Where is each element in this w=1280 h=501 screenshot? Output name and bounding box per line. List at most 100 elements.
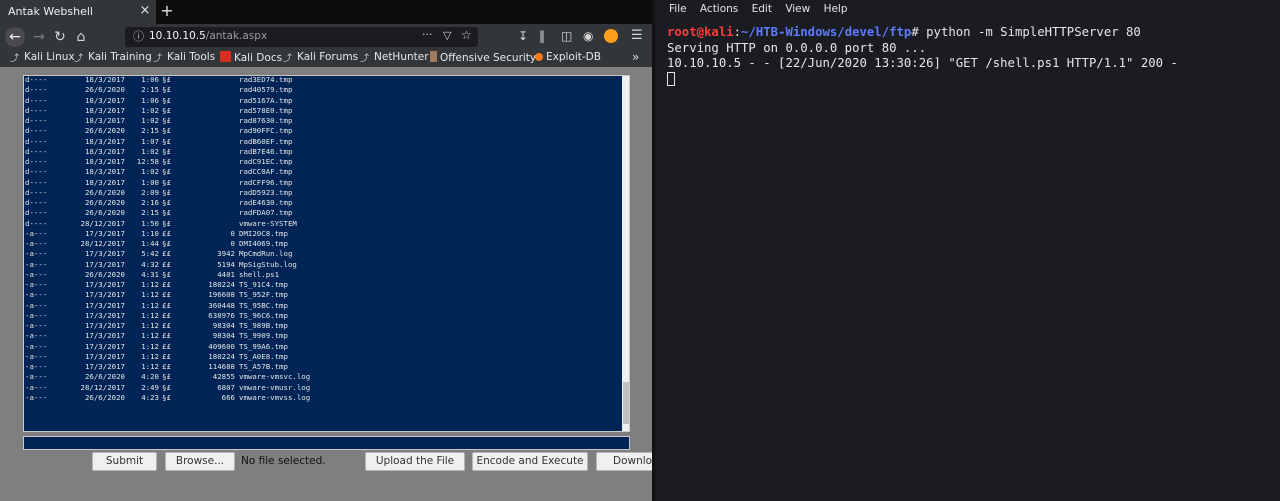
console-date: 18/3/2017 <box>84 136 125 146</box>
console-ampm: ££ <box>162 351 171 361</box>
console-date: 26/6/2020 <box>84 126 125 136</box>
console-mode: -a--- <box>25 362 48 371</box>
output-line: Serving HTTP on 0.0.0.0 port 80 ... <box>667 40 927 55</box>
console-row: -a--- 26/6/2020 4:20 §£ 42855 vmware-vmsvc.lo… <box>25 372 310 382</box>
command-input[interactable] <box>23 436 630 450</box>
console-time: 1:06 <box>141 95 159 105</box>
terminal-output[interactable]: root@kali:~/HTB-Windows/devel/ftp# pytho… <box>667 25 1178 87</box>
encode-execute-button[interactable]: Encode and Execute <box>472 452 588 471</box>
bookmark-kali-linux[interactable]: ⤴ Kali Linux <box>10 51 75 64</box>
account-icon[interactable]: ◉ <box>583 29 593 43</box>
reload-icon[interactable]: ↻ <box>52 27 68 47</box>
console-mode: -a--- <box>25 331 48 341</box>
bookmark-exploit-db[interactable]: Exploit-DB <box>535 51 601 63</box>
console-ampm: ££ <box>162 228 171 238</box>
console-length: 638976 <box>208 310 235 320</box>
bookmark-kali-forums[interactable]: ⤴ Kali Forums <box>283 51 358 64</box>
scrollbar-thumb[interactable] <box>623 382 629 424</box>
console-name: DMI4069.tmp <box>239 239 288 248</box>
sidebar-icon[interactable]: ◫ <box>561 29 572 43</box>
console-date: 28/12/2017 <box>80 218 126 228</box>
console-ampm: §£ <box>162 187 171 197</box>
console-row: -a--- 17/3/2017 1:12 ££ 98304 TS_989B.tmp <box>25 321 310 331</box>
menu-view[interactable]: View <box>785 3 810 15</box>
console-date: 17/3/2017 <box>84 341 125 351</box>
console-time: 1:10 <box>141 228 159 238</box>
console-time: 1:12 <box>141 362 159 371</box>
bookmark-kali-docs[interactable]: Kali Docs <box>220 51 282 64</box>
console-ampm: §£ <box>162 218 171 228</box>
bookmark-nethunter[interactable]: ⤴ NetHunter <box>360 51 429 64</box>
menu-edit[interactable]: Edit <box>752 3 772 15</box>
url-bar[interactable]: ⓘ 10.10.10.5/antak.aspx ··· ▽ ☆ <box>125 27 478 47</box>
terminal-window: File Actions Edit View Help root@kali:~/… <box>652 0 1280 501</box>
console-row: d---- 18/3/2017 1:06 §£ rad3ED74.tmp <box>25 75 310 85</box>
tab-antak-webshell[interactable]: Antak Webshell × <box>0 0 156 24</box>
tab-bar: Antak Webshell × + <box>0 0 652 24</box>
console-name: rad3ED74.tmp <box>239 75 293 84</box>
bookmark-star-icon[interactable]: ☆ <box>461 28 472 42</box>
console-name: TS_A0E8.tmp <box>239 351 288 361</box>
console-row: d---- 26/6/2020 2:16 §£ radE4630.tmp <box>25 198 310 208</box>
console-time: 4:32 <box>141 259 159 269</box>
page-actions-icon[interactable]: ··· <box>422 28 433 41</box>
extension-icon[interactable] <box>604 29 618 43</box>
more-bookmarks-icon[interactable]: » <box>632 50 639 64</box>
console-time: 12:58 <box>136 157 159 166</box>
browse-button[interactable]: Browse... <box>165 452 235 471</box>
console-row: -a--- 17/3/2017 4:32 ££ 5194 MpSigStub.log <box>25 260 310 270</box>
bookmark-label: Kali Tools <box>167 51 216 63</box>
console-length: 180224 <box>208 280 235 289</box>
console-row: d---- 18/3/2017 1:06 §£ rad5167A.tmp <box>25 96 310 106</box>
console-row: -a--- 17/3/2017 1:10 ££ 0 DMI20C8.tmp <box>25 229 310 239</box>
pocket-icon[interactable]: ▽ <box>443 29 451 42</box>
console-mode: d---- <box>25 208 48 218</box>
console-name: radD5923.tmp <box>239 187 293 197</box>
upload-file-button[interactable]: Upload the File <box>365 452 465 471</box>
console-ampm: §£ <box>162 208 171 218</box>
url-text[interactable]: 10.10.10.5/antak.aspx <box>149 30 267 42</box>
console-date: 26/6/2020 <box>84 85 125 95</box>
close-icon[interactable]: × <box>138 3 152 19</box>
console-date: 28/12/2017 <box>80 382 126 392</box>
console-date: 17/3/2017 <box>84 259 125 269</box>
bookmark-kali-training[interactable]: ⤴ Kali Training <box>74 51 152 64</box>
console-row: -a--- 17/3/2017 1:12 ££ 638976 TS_96C6.tmp <box>25 311 310 321</box>
file-status-text: No file selected. <box>241 455 326 467</box>
forward-arrow-icon[interactable]: → <box>31 27 47 47</box>
console-name: TS_A57B.tmp <box>239 362 288 371</box>
console-mode: -a--- <box>25 351 48 361</box>
menu-file[interactable]: File <box>669 3 687 15</box>
info-icon[interactable]: ⓘ <box>133 28 144 44</box>
bookmark-offensive-security[interactable]: Offensive Security <box>430 51 536 64</box>
console-output[interactable]: d---- 18/3/2017 1:06 §£ rad3ED74.tmp d---- 26/… <box>23 75 630 432</box>
console-mode: d---- <box>25 105 48 115</box>
console-ampm: §£ <box>162 167 171 177</box>
home-icon[interactable]: ⌂ <box>73 27 89 47</box>
hamburger-menu-icon[interactable]: ☰ <box>631 28 643 43</box>
console-name: vmware-vmusr.log <box>239 382 311 392</box>
console-ampm: ££ <box>162 290 171 300</box>
console-ampm: ££ <box>162 300 171 310</box>
console-name: TS_952F.tmp <box>239 290 288 300</box>
console-time: 1:02 <box>141 105 159 115</box>
download-button[interactable]: Download <box>596 452 652 471</box>
new-tab-button[interactable]: + <box>159 1 175 23</box>
console-scrollbar[interactable] <box>622 76 629 431</box>
console-date: 18/3/2017 <box>84 95 125 105</box>
back-arrow-icon[interactable]: ← <box>5 27 25 47</box>
console-mode: -a--- <box>25 290 48 300</box>
menu-actions[interactable]: Actions <box>700 3 738 15</box>
console-mode: -a--- <box>25 239 48 248</box>
console-name: radCFF96.tmp <box>239 177 293 187</box>
menu-help[interactable]: Help <box>824 3 848 15</box>
console-date: 17/3/2017 <box>84 310 125 320</box>
submit-button[interactable]: Submit <box>92 452 157 471</box>
downloads-icon[interactable]: ↧ <box>518 29 528 43</box>
library-icon[interactable]: ‖ <box>539 29 545 43</box>
prompt-separator: : <box>733 25 742 39</box>
console-mode: d---- <box>25 146 48 156</box>
bookmark-kali-tools[interactable]: ⤴ Kali Tools <box>153 51 216 64</box>
console-length: 409600 <box>208 341 235 351</box>
console-ampm: §£ <box>162 157 171 166</box>
